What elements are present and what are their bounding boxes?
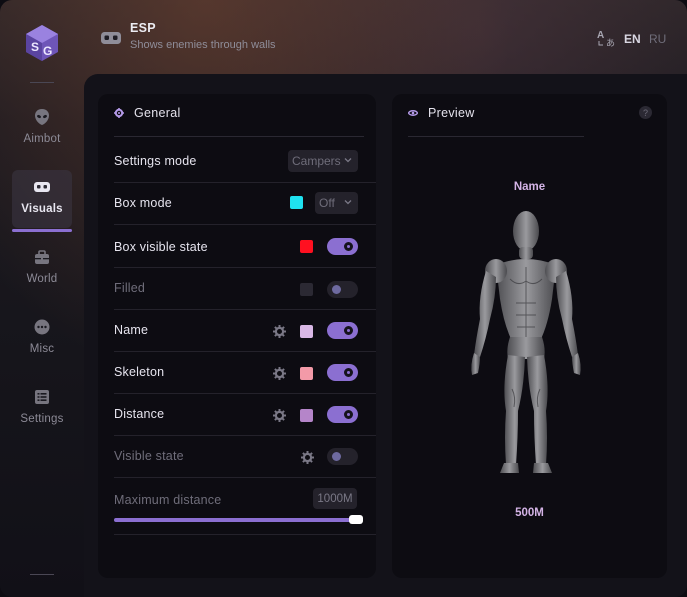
gear-icon[interactable] bbox=[273, 367, 286, 380]
translate-icon: A あ bbox=[597, 30, 615, 47]
panel-divider bbox=[408, 136, 584, 137]
settings-mode-select[interactable]: Campers bbox=[288, 150, 358, 172]
max-distance-slider-handle[interactable] bbox=[349, 515, 363, 524]
box-visible-state-color-swatch[interactable] bbox=[300, 240, 313, 253]
toggle-knob bbox=[332, 285, 341, 294]
chevron-down-icon bbox=[344, 200, 352, 205]
app-window: S G Aimbot Visuals World Misc Settings E… bbox=[0, 0, 687, 597]
toggle-knob bbox=[344, 326, 353, 335]
distance-toggle[interactable] bbox=[327, 406, 358, 423]
sidebar-item-label: Settings bbox=[20, 413, 64, 425]
eye-icon bbox=[408, 110, 418, 116]
filled-label: Filled bbox=[114, 281, 146, 295]
box-mode-color-swatch[interactable] bbox=[290, 196, 303, 209]
general-panel-title: General bbox=[134, 106, 181, 120]
general-panel-header: General bbox=[114, 106, 181, 120]
visible-state-label: Visible state bbox=[114, 449, 184, 463]
gear-icon bbox=[114, 108, 124, 118]
skeleton-toggle[interactable] bbox=[327, 364, 358, 381]
panel-divider bbox=[114, 534, 376, 535]
language-ru-button[interactable]: RU bbox=[649, 32, 666, 46]
max-distance-value[interactable]: 1000M bbox=[313, 488, 357, 509]
sidebar-item-settings[interactable]: Settings bbox=[12, 380, 72, 438]
filled-toggle[interactable] bbox=[327, 281, 358, 298]
visible-state-toggle[interactable] bbox=[327, 448, 358, 465]
max-distance-label: Maximum distance bbox=[114, 493, 222, 507]
gear-icon[interactable] bbox=[301, 451, 314, 464]
toggle-knob bbox=[332, 452, 341, 461]
sidebar-item-misc[interactable]: Misc bbox=[12, 310, 72, 368]
box-mode-value: Off bbox=[319, 196, 335, 210]
sidebar-item-label: Misc bbox=[29, 343, 55, 355]
page-subtitle: Shows enemies through walls bbox=[130, 39, 276, 51]
box-mode-label: Box mode bbox=[114, 196, 172, 210]
sidebar-item-label: World bbox=[26, 273, 58, 285]
preview-distance-label: 500M bbox=[515, 507, 544, 519]
skeleton-label: Skeleton bbox=[114, 365, 165, 379]
sidebar-item-aimbot[interactable]: Aimbot bbox=[12, 100, 72, 158]
language-en-button[interactable]: EN bbox=[624, 32, 641, 46]
skeleton-color-swatch[interactable] bbox=[300, 367, 313, 380]
svg-text:S: S bbox=[31, 40, 39, 54]
sidebar-divider bbox=[30, 574, 54, 575]
panel-divider bbox=[114, 136, 364, 137]
page-title: ESP bbox=[130, 21, 156, 35]
toggle-knob bbox=[344, 242, 353, 251]
sidebar-item-label: Visuals bbox=[21, 203, 63, 215]
active-indicator bbox=[12, 229, 72, 232]
sidebar-item-label: Aimbot bbox=[23, 133, 61, 145]
toggle-knob bbox=[344, 410, 353, 419]
svg-text:G: G bbox=[43, 44, 52, 58]
player-model-figure bbox=[471, 211, 581, 473]
preview-panel-header: Preview bbox=[408, 106, 475, 120]
sidebar-item-world[interactable]: World bbox=[12, 240, 72, 298]
sidebar-divider bbox=[30, 82, 54, 83]
gear-icon[interactable] bbox=[273, 409, 286, 422]
name-toggle[interactable] bbox=[327, 322, 358, 339]
svg-text:A: A bbox=[597, 30, 604, 41]
settings-mode-label: Settings mode bbox=[114, 154, 197, 168]
preview-panel-title: Preview bbox=[428, 106, 475, 120]
alien-icon bbox=[33, 108, 51, 126]
chevron-down-icon bbox=[344, 158, 352, 163]
filled-color-swatch[interactable] bbox=[300, 283, 313, 296]
svg-text:あ: あ bbox=[606, 38, 615, 47]
briefcase-icon bbox=[33, 248, 51, 266]
box-visible-state-toggle[interactable] bbox=[327, 238, 358, 255]
logo-icon: S G bbox=[26, 25, 58, 61]
distance-color-swatch[interactable] bbox=[300, 409, 313, 422]
dots-circle-icon bbox=[33, 318, 51, 336]
box-visible-state-label: Box visible state bbox=[114, 240, 208, 254]
list-icon bbox=[33, 388, 51, 406]
box-mode-select[interactable]: Off bbox=[315, 192, 358, 214]
vr-headset-icon bbox=[33, 178, 51, 196]
gear-icon[interactable] bbox=[273, 325, 286, 338]
preview-name-label: Name bbox=[513, 181, 546, 193]
name-color-swatch[interactable] bbox=[300, 325, 313, 338]
help-icon[interactable]: ? bbox=[639, 106, 652, 119]
vr-headset-icon bbox=[101, 32, 121, 44]
max-distance-slider-track[interactable] bbox=[114, 518, 361, 522]
name-label: Name bbox=[114, 323, 149, 337]
distance-label: Distance bbox=[114, 407, 165, 421]
sidebar-item-visuals[interactable]: Visuals bbox=[12, 170, 72, 232]
sidebar: S G Aimbot Visuals World Misc Settings bbox=[0, 0, 84, 597]
settings-mode-value: Campers bbox=[292, 154, 341, 168]
toggle-knob bbox=[344, 368, 353, 377]
